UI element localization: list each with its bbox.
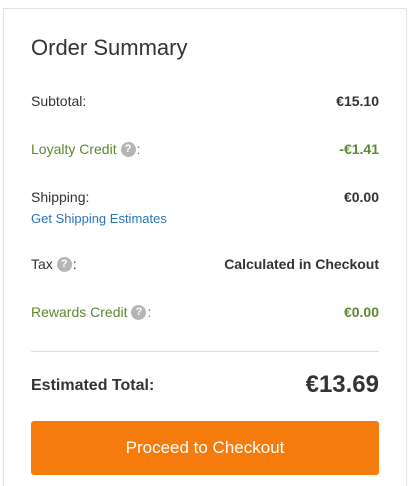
tax-value: Calculated in Checkout [224,256,379,272]
loyalty-credit-row: Loyalty Credit ? : -€1.41 [31,141,379,157]
estimated-total-label: Estimated Total: [31,377,155,394]
rewards-credit-colon: : [147,304,152,320]
estimated-total-value: €13.69 [305,371,379,398]
help-icon[interactable]: ? [56,256,72,272]
loyalty-credit-label: Loyalty Credit [31,141,117,157]
help-icon[interactable]: ? [131,304,147,320]
rewards-credit-row: Rewards Credit ? : €0.00 [31,304,379,320]
shipping-row: Shipping: €0.00 [31,189,379,205]
subtotal-label: Subtotal: [31,93,87,109]
order-summary-title: Order Summary [31,35,188,60]
get-shipping-estimates-link[interactable]: Get Shipping Estimates [31,211,167,226]
order-summary-panel: Order Summary Subtotal: €15.10 Loyalty C… [3,8,407,486]
shipping-label: Shipping: [31,189,90,205]
tax-label: Tax [31,256,53,272]
divider [31,351,379,352]
tax-label-group: Tax ? : [31,256,77,272]
subtotal-value: €15.10 [336,93,379,109]
loyalty-credit-label-group: Loyalty Credit ? : [31,141,140,157]
loyalty-credit-colon: : [136,141,141,157]
rewards-credit-label: Rewards Credit [31,304,128,320]
rewards-credit-label-group: Rewards Credit ? : [31,304,151,320]
shipping-value: €0.00 [343,189,379,205]
help-icon[interactable]: ? [120,141,136,157]
rewards-credit-value: €0.00 [343,304,379,320]
subtotal-row: Subtotal: €15.10 [31,93,379,109]
loyalty-credit-value: -€1.41 [339,141,379,157]
tax-row: Tax ? : Calculated in Checkout [31,256,379,272]
tax-colon: : [72,256,77,272]
proceed-to-checkout-button[interactable]: Proceed to Checkout [31,421,379,475]
